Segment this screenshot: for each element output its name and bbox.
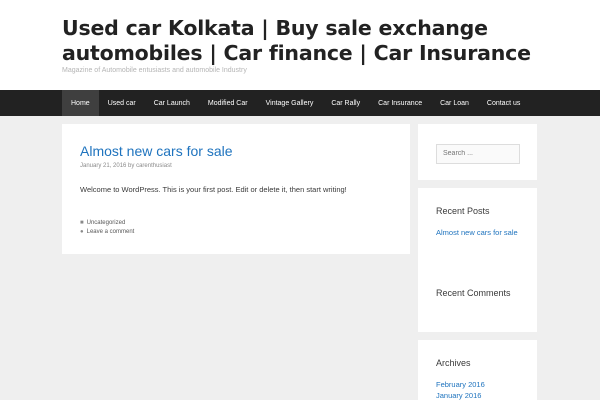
search-widget [418, 124, 537, 180]
post-category[interactable]: Uncategorized [87, 219, 126, 228]
nav-item-contact-us[interactable]: Contact us [478, 90, 529, 116]
nav-item-car-launch[interactable]: Car Launch [145, 90, 199, 116]
post-body: Welcome to WordPress. This is your first… [80, 185, 347, 194]
search-input[interactable] [436, 143, 520, 164]
post-card: Almost new cars for sale January 21, 201… [62, 124, 410, 254]
recent-comments-widget: Recent Comments [418, 270, 537, 332]
recent-post-link[interactable]: Almost new cars for sale [436, 228, 519, 237]
post-meta: January 21, 2016 by carenthusiast [80, 163, 392, 169]
main-navigation: Home Used car Car Launch Modified Car Vi… [0, 90, 600, 116]
leave-comment-link[interactable]: Leave a comment [87, 228, 135, 237]
archives-title: Archives [436, 358, 471, 368]
folder-icon: ■ [80, 220, 84, 226]
archive-link-february-2016[interactable]: February 2016 [436, 380, 519, 389]
nav-item-car-loan[interactable]: Car Loan [431, 90, 478, 116]
content-area: Almost new cars for sale January 21, 201… [0, 116, 600, 400]
post-author[interactable]: carenthusiast [136, 163, 172, 169]
nav-item-car-insurance[interactable]: Car Insurance [369, 90, 431, 116]
recent-comments-title: Recent Comments [436, 288, 511, 298]
recent-posts-widget: Recent Posts Almost new cars for sale [418, 188, 537, 280]
archives-widget: Archives February 2016 January 2016 [418, 340, 537, 400]
post-footer: ■ Uncategorized ● Leave a comment [80, 219, 392, 237]
post-by-label: by [128, 163, 135, 169]
site-header: Used car Kolkata | Buy sale exchange aut… [0, 0, 600, 90]
site-title[interactable]: Used car Kolkata | Buy sale exchange aut… [62, 16, 538, 66]
nav-item-car-rally[interactable]: Car Rally [322, 90, 369, 116]
post-title[interactable]: Almost new cars for sale [80, 142, 392, 160]
nav-item-used-car[interactable]: Used car [99, 90, 145, 116]
nav-item-home[interactable]: Home [62, 90, 99, 116]
nav-item-vintage-gallery[interactable]: Vintage Gallery [257, 90, 323, 116]
nav-item-modified-car[interactable]: Modified Car [199, 90, 257, 116]
recent-posts-title: Recent Posts [436, 206, 490, 216]
site-description: Magazine of Automobile entusiasts and au… [62, 67, 247, 74]
comment-icon: ● [80, 229, 84, 235]
post-date[interactable]: January 21, 2016 [80, 163, 126, 169]
archive-link-january-2016[interactable]: January 2016 [436, 391, 519, 400]
